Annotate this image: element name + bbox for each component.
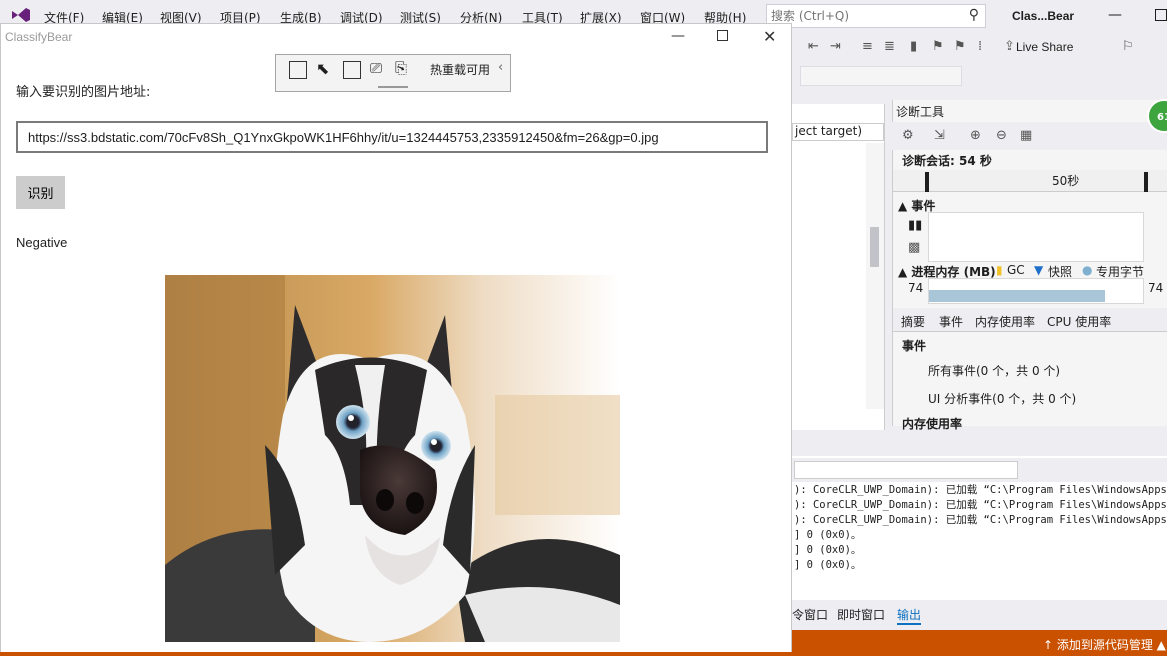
timeline-end-marker[interactable] bbox=[1144, 172, 1148, 192]
diagnostics-toolbar: ⚙ ⇲ ⊕ ⊖ ▦ bbox=[892, 122, 1167, 150]
minimize-button[interactable]: — bbox=[671, 28, 685, 44]
memory-axis-left: 74 bbox=[908, 281, 924, 295]
diagnostics-tabs: 摘要 事件 内存使用率 CPU 使用率 bbox=[893, 308, 1167, 332]
hot-reload-status: 热重载可用 bbox=[430, 63, 491, 77]
zoom-out-icon[interactable]: ⊖ bbox=[996, 128, 1007, 143]
all-events-link[interactable]: 所有事件(0 个，共 0 个) bbox=[928, 362, 1060, 379]
tab-command-window[interactable]: 令窗口 bbox=[792, 606, 828, 623]
visual-studio-logo-icon bbox=[12, 8, 30, 22]
tab-output[interactable]: 输出 bbox=[897, 606, 922, 625]
events-label: 事件 bbox=[911, 199, 936, 213]
add-to-source-control-button[interactable]: ↑ 添加到源代码管理 ▲ bbox=[1043, 636, 1166, 653]
events-heading: 事件 bbox=[902, 339, 927, 353]
output-line: ): CoreCLR_UWP_Domain): 已加载 “C:\Program … bbox=[794, 484, 1167, 496]
memory-axis-right: 74 bbox=[1148, 281, 1164, 295]
tab-memory[interactable]: 内存使用率 bbox=[975, 313, 1035, 330]
select-element-icon[interactable]: ⬉ bbox=[316, 59, 334, 78]
live-share-button[interactable]: Live Share bbox=[1016, 40, 1073, 54]
gc-marker-icon: ▮ bbox=[996, 263, 1003, 277]
ui-events-link[interactable]: UI 分析事件(0 个，共 0 个) bbox=[928, 390, 1076, 407]
vs-toolbar-combo[interactable] bbox=[800, 66, 962, 86]
timeline-start-marker[interactable] bbox=[925, 172, 929, 192]
output-line: ] 0 (0x0)。 bbox=[794, 529, 862, 541]
timeline-label: 50秒 bbox=[1052, 174, 1080, 188]
vs-search-box[interactable]: ⚲ bbox=[766, 4, 986, 28]
vs-minimize-button[interactable]: — bbox=[1108, 7, 1122, 23]
outdent-icon[interactable]: ⇥ bbox=[830, 39, 841, 54]
app-bottom-accent bbox=[0, 652, 792, 656]
image-url-input[interactable] bbox=[16, 121, 768, 153]
diagnostics-title: 诊断工具 bbox=[896, 105, 945, 119]
snapshot-marker-icon: ▼ bbox=[1034, 263, 1044, 277]
recognize-button[interactable]: 识别 bbox=[16, 176, 65, 209]
close-button[interactable]: ✕ bbox=[763, 27, 776, 46]
output-header bbox=[792, 434, 1167, 456]
output-line: ): CoreCLR_UWP_Domain): 已加载 “C:\Program … bbox=[794, 499, 1167, 511]
events-track bbox=[928, 212, 1144, 262]
live-visual-tree-icon[interactable] bbox=[289, 61, 307, 79]
output-line: ): CoreCLR_UWP_Domain): 已加载 “C:\Program … bbox=[794, 514, 1167, 526]
track-focus-icon[interactable]: ⎚ bbox=[370, 59, 388, 77]
vs-maximize-button[interactable] bbox=[1155, 9, 1167, 21]
toolbar-underline bbox=[378, 86, 408, 88]
layout-adorner-icon[interactable]: ⎘ bbox=[395, 59, 413, 77]
classification-result: Negative bbox=[16, 235, 68, 250]
output-line: ] 0 (0x0)。 bbox=[794, 559, 862, 571]
feedback-icon[interactable]: ⚐ bbox=[1122, 39, 1134, 54]
vs-search-input[interactable] bbox=[771, 5, 961, 27]
private-bytes-marker-icon: ● bbox=[1082, 263, 1093, 277]
maximize-button[interactable] bbox=[717, 30, 728, 41]
legend-gc: GC bbox=[1007, 263, 1025, 277]
export-icon[interactable]: ⇲ bbox=[934, 128, 945, 143]
next-bookmark-icon[interactable]: ⚑ bbox=[954, 39, 966, 54]
output-line: ] 0 (0x0)。 bbox=[794, 544, 862, 556]
vs-solution-title: Clas...Bear bbox=[1012, 9, 1075, 23]
display-adorners-icon[interactable] bbox=[343, 61, 361, 79]
clear-bookmarks-icon[interactable]: ⁞ bbox=[978, 39, 982, 54]
comment-icon[interactable]: ≡ bbox=[862, 39, 873, 54]
xaml-debug-toolbar: ⬉ ⎚ ⎘ 热重载可用 ‹ bbox=[275, 54, 511, 92]
tab-cpu[interactable]: CPU 使用率 bbox=[1047, 313, 1111, 330]
diagnostics-session: 诊断会话: 54 秒 bbox=[902, 154, 992, 168]
pause-icon[interactable]: ▮▮ bbox=[908, 218, 922, 233]
ui-event-icon: ▩ bbox=[908, 240, 921, 255]
tab-immediate-window[interactable]: 即时窗口 bbox=[837, 606, 885, 623]
indent-icon[interactable]: ⇤ bbox=[808, 39, 819, 54]
app-title: ClassifyBear bbox=[5, 30, 73, 44]
url-prompt-label: 输入要识别的图片地址: bbox=[16, 85, 151, 100]
chart-icon[interactable]: ▦ bbox=[1020, 128, 1032, 143]
app-window: ClassifyBear — ✕ ⬉ ⎚ ⎘ 热重载可用 ‹ 输入要识别的图片地… bbox=[0, 23, 792, 656]
output-source-combo[interactable] bbox=[794, 461, 1018, 479]
share-icon[interactable]: ⇪ bbox=[1004, 39, 1015, 54]
uncomment-icon[interactable]: ≣ bbox=[884, 39, 895, 54]
editor-scrollbar[interactable] bbox=[866, 143, 884, 409]
timeline-ruler[interactable] bbox=[893, 170, 1167, 192]
memory-usage-bar bbox=[929, 290, 1105, 302]
tab-summary[interactable]: 摘要 bbox=[901, 313, 925, 330]
scrollbar-thumb[interactable] bbox=[870, 227, 879, 267]
prev-bookmark-icon[interactable]: ⚑ bbox=[932, 39, 944, 54]
vs-toolbar: ⇤ ⇥ ≡ ≣ ▮ ⚑ ⚑ ⁞ ⇪ ⚐ bbox=[792, 30, 1167, 64]
memory-usage-heading: 内存使用率 bbox=[902, 417, 963, 431]
bookmark-icon[interactable]: ▮ bbox=[910, 39, 917, 54]
search-icon: ⚲ bbox=[968, 7, 979, 23]
memory-label: 进程内存 (MB) bbox=[911, 265, 996, 279]
tab-events[interactable]: 事件 bbox=[939, 313, 963, 330]
settings-icon[interactable]: ⚙ bbox=[902, 128, 914, 143]
target-combo[interactable]: ject target) bbox=[792, 123, 884, 141]
dog-photo bbox=[165, 275, 620, 642]
collapse-chevron-icon[interactable]: ‹ bbox=[498, 60, 503, 75]
zoom-in-icon[interactable]: ⊕ bbox=[970, 128, 981, 143]
